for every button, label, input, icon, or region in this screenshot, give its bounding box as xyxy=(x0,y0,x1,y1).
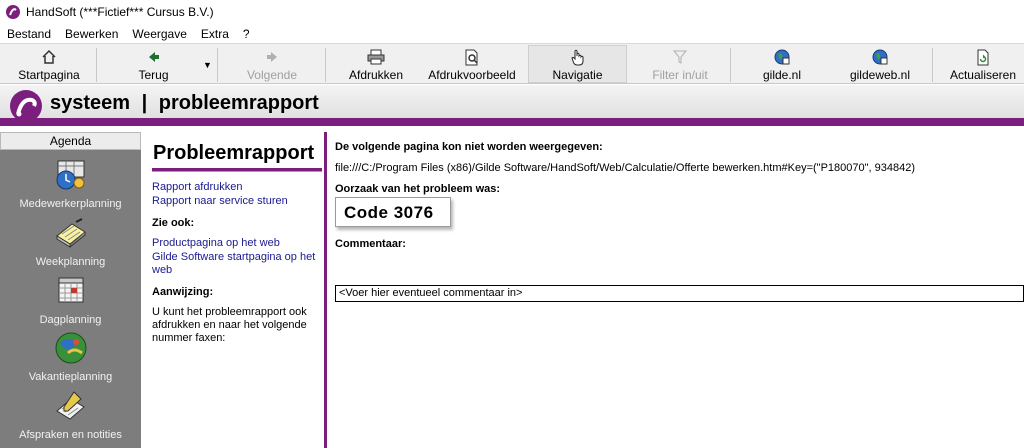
planner-book-icon xyxy=(55,218,86,248)
menu-bestand[interactable]: Bestand xyxy=(0,27,58,41)
comment-label: Commentaar: xyxy=(335,238,406,250)
menu-weergave[interactable]: Weergave xyxy=(125,27,193,41)
team-clock-icon xyxy=(56,160,84,190)
menu-extra[interactable]: Extra xyxy=(194,27,236,41)
product-page-link[interactable]: Productpagina op het web xyxy=(152,237,322,250)
window-title: HandSoft (***Fictief*** Cursus B.V.) xyxy=(26,5,214,19)
printer-icon xyxy=(367,48,385,66)
sidebar-item-dagplanning[interactable]: Dagplanning xyxy=(0,274,141,326)
send-report-link[interactable]: Rapport naar service sturen xyxy=(152,195,322,208)
sidebar-item-medewerkerplanning[interactable]: Medewerkerplanning xyxy=(0,158,141,210)
failed-page-path: file:///C:/Program Files (x86)/Gilde Sof… xyxy=(335,162,915,174)
globe-icon xyxy=(872,48,888,66)
filter-icon xyxy=(673,48,687,66)
menu-bar: Bestand Bewerken Weergave Extra ? xyxy=(0,24,1024,43)
calendar-icon xyxy=(58,277,83,303)
forward-button[interactable]: Volgende xyxy=(226,45,318,83)
sidebar-item-vakantieplanning[interactable]: Vakantieplanning xyxy=(0,331,141,383)
refresh-button[interactable]: Actualiseren xyxy=(944,45,1022,83)
home-icon xyxy=(41,48,57,66)
print-preview-icon xyxy=(464,48,480,66)
cause-label: Oorzaak van het probleem was: xyxy=(335,183,501,195)
sidebar-item-weekplanning[interactable]: Weekplanning xyxy=(0,216,141,268)
menu-help[interactable]: ? xyxy=(236,27,257,41)
error-code-box: Code 3076 xyxy=(335,197,451,227)
arrow-left-icon xyxy=(147,48,161,66)
navigation-button[interactable]: Navigatie xyxy=(528,45,627,83)
hint-text: U kunt het probleemrapport ook afdrukken… xyxy=(152,306,307,344)
beach-globe-icon xyxy=(55,332,86,364)
gilde-link-button[interactable]: gilde.nl xyxy=(742,45,822,83)
intro-text: De volgende pagina kon niet worden weerg… xyxy=(335,141,603,153)
app-logo-icon xyxy=(6,5,20,19)
main-content: De volgende pagina kon niet worden weerg… xyxy=(327,132,1024,448)
page-title: systeem | probleemrapport xyxy=(50,92,319,114)
nav-panel: Probleemrapport Rapport afdrukken Rappor… xyxy=(144,132,324,448)
see-also-heading: Zie ook: xyxy=(152,217,195,229)
nav-title: Probleemrapport xyxy=(153,142,315,164)
arrow-right-icon xyxy=(265,48,279,66)
hand-pointer-icon xyxy=(570,49,585,66)
accent-bar xyxy=(0,118,1024,126)
gilde-homepage-link[interactable]: Gilde Software startpagina op het web xyxy=(152,251,322,277)
print-report-link[interactable]: Rapport afdrukken xyxy=(152,181,322,194)
filter-button[interactable]: Filter in/uit xyxy=(634,45,726,83)
globe-icon xyxy=(774,48,790,66)
comment-input[interactable]: <Voer hier eventueel commentaar in> xyxy=(335,285,1024,302)
gildeweb-link-button[interactable]: gildeweb.nl xyxy=(836,45,924,83)
back-button[interactable]: Terug xyxy=(116,45,191,83)
sidebar-header-agenda[interactable]: Agenda xyxy=(0,132,141,150)
print-button[interactable]: Afdrukken xyxy=(336,45,416,83)
title-bar: HandSoft (***Fictief*** Cursus B.V.) xyxy=(0,0,1024,24)
back-dropdown-icon[interactable]: ▼ xyxy=(203,60,212,70)
toolbar: Startpagina Terug ▼ Volgende Afdrukken A… xyxy=(0,43,1024,84)
print-preview-button[interactable]: Afdrukvoorbeeld xyxy=(424,45,520,83)
home-button[interactable]: Startpagina xyxy=(10,45,88,83)
sidebar: Agenda Medewerkerplanning Weekplanning D… xyxy=(0,132,141,448)
notes-pen-icon xyxy=(55,391,85,420)
sidebar-item-afspraken-en-notities[interactable]: Afspraken en notities xyxy=(0,389,141,441)
refresh-icon xyxy=(976,48,990,66)
hint-heading: Aanwijzing: xyxy=(152,286,214,298)
menu-bewerken[interactable]: Bewerken xyxy=(58,27,125,41)
